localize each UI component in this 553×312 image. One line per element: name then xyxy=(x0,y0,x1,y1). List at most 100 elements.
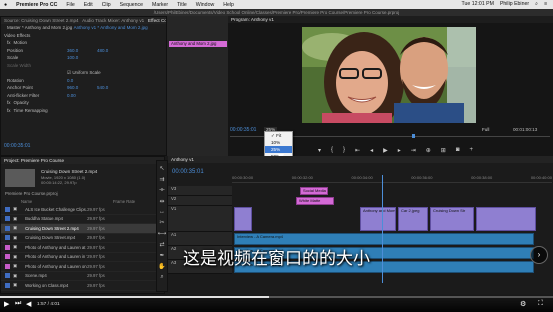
fx-icon[interactable]: fx xyxy=(7,108,11,113)
quality-select[interactable]: Full xyxy=(482,127,489,132)
track-v2[interactable]: V2 xyxy=(168,196,232,206)
zoom-option-10[interactable]: 10% xyxy=(265,139,292,146)
effect-timecode[interactable]: 00:00:35:01 xyxy=(4,143,30,149)
timeline-panel: Anthony v1 00:00:35:01 00:00:30:00 00:00… xyxy=(168,156,553,294)
clock: Tue 12:01 PM xyxy=(461,1,494,7)
list-item[interactable]: ▣ Cruising Down Street.mp4 29.97 fps xyxy=(1,234,164,243)
menu-file[interactable]: File xyxy=(66,2,74,8)
clip-icon: ▣ xyxy=(13,206,18,212)
step-back-frame-icon[interactable]: ◂ xyxy=(370,147,373,154)
timeline-clip-white-matte[interactable]: White Matte xyxy=(296,197,334,205)
menu-clip[interactable]: Clip xyxy=(102,2,111,8)
menu-title[interactable]: Title xyxy=(177,2,187,8)
list-item[interactable]: ▣ Working on Class.mp4 29.97 fps xyxy=(1,281,164,291)
video-subtitle: 这是视频在窗口的的大小 xyxy=(183,249,370,269)
timeline-tracks: Social Media White Matte Anthony and Mom… xyxy=(232,175,553,294)
project-clip-name: Cruising Down Street 2.mp4 xyxy=(41,169,98,174)
play-icon[interactable]: ▶ xyxy=(4,300,9,308)
track-select-icon[interactable]: ⇉ xyxy=(159,176,164,183)
tab-audio-mixer[interactable]: Audio Track Mixer: Anthony v1 xyxy=(82,18,144,23)
program-duration: 00:01:00:13 xyxy=(513,127,538,132)
transport-controls: ▾ { } ⇤ ◂ ▶ ▸ ⇥ ⊕ ⊞ ◙ + xyxy=(318,147,473,154)
tab-sequence[interactable]: Anthony v1 xyxy=(171,157,194,162)
zoom-option-25[interactable]: 25% xyxy=(265,146,292,153)
insert-icon[interactable]: ⊕ xyxy=(426,147,431,154)
go-to-in-icon[interactable]: } xyxy=(343,147,345,154)
list-item-selected[interactable]: ▣ Cruising Down Street 2.mp4 29.97 fps xyxy=(1,224,164,234)
list-item[interactable]: ▣ Scene.mp4 29.97 fps xyxy=(1,272,164,281)
menu-list-icon[interactable]: ≡ xyxy=(544,1,547,8)
effect-clip-tag: Anthony and Mom 2.jpg xyxy=(169,41,227,47)
slip-tool-icon[interactable]: ⟷ xyxy=(158,230,167,237)
menubar: ● Premiere Pro CC File Edit Clip Sequenc… xyxy=(0,0,553,9)
menu-sequence[interactable]: Sequence xyxy=(120,2,143,8)
selection-tool-icon[interactable]: ↖ xyxy=(159,165,164,172)
clip-icon: ▣ xyxy=(13,282,18,288)
zoom-option-fit[interactable]: ✓ Fit xyxy=(265,132,292,139)
timeline-timecode[interactable]: 00:00:35:01 xyxy=(172,169,204,175)
timeline-clip-cruising[interactable]: Cruising Down Str xyxy=(430,207,474,231)
apple-icon[interactable]: ● xyxy=(4,2,7,8)
list-item[interactable]: ▣ Buddha Statue.mp4 29.97 fps xyxy=(1,215,164,224)
settings-icon[interactable]: ⚙ xyxy=(520,300,526,308)
volume-icon[interactable]: ◀ xyxy=(26,300,31,308)
timeline-clip-car[interactable]: Car 2.jpeg xyxy=(398,207,428,231)
zoom-tool-icon[interactable]: ⌕ xyxy=(160,274,163,281)
tab-source[interactable]: Source: Cruising Down Street 2.mp4 xyxy=(4,18,79,23)
clip-thumbnail[interactable] xyxy=(5,169,35,187)
program-timecode[interactable]: 00:00:35:01 xyxy=(230,127,256,133)
checkbox-icon[interactable]: ☑ xyxy=(67,70,71,76)
player-progress-fill xyxy=(0,296,269,298)
rate-stretch-icon[interactable]: ↔ xyxy=(159,209,165,215)
time-ruler[interactable]: 00:00:30:00 00:00:32:00 00:00:34:00 00:0… xyxy=(232,175,552,183)
menu-window[interactable]: Window xyxy=(196,2,214,8)
search-icon[interactable]: ⌕ xyxy=(535,1,538,8)
timeline-clip-anthony-mom[interactable]: Anthony and Mom 2 xyxy=(360,207,396,231)
tools-panel: ↖ ⇉ ⟛ ⇹ ↔ ✂ ⟷ ⇄ ✒ ✋ ⌕ xyxy=(156,160,168,292)
razor-tool-icon[interactable]: ✂ xyxy=(159,219,164,226)
ripple-edit-icon[interactable]: ⟛ xyxy=(159,187,164,194)
timeline-clip-social-media[interactable]: Social Media xyxy=(300,187,328,195)
next-icon[interactable]: ⏭ xyxy=(15,300,21,308)
image-icon: ▣ xyxy=(13,263,18,269)
menu-marker[interactable]: Marker xyxy=(152,2,168,8)
track-v3[interactable]: V3 xyxy=(168,186,232,196)
app-name[interactable]: Premiere Pro CC xyxy=(16,2,57,8)
project-panel: Project: Premiere Pro Course Cruising Do… xyxy=(0,156,165,294)
export-frame-icon[interactable]: ◙ xyxy=(456,147,460,154)
menu-help[interactable]: Help xyxy=(223,2,234,8)
playhead-marker[interactable] xyxy=(412,134,415,138)
program-video-frame xyxy=(302,27,476,123)
player-time: 1:57 / 4:01 xyxy=(37,302,60,307)
video-image xyxy=(302,27,476,123)
add-button-icon[interactable]: + xyxy=(469,147,473,154)
mark-in-icon[interactable]: ▾ xyxy=(318,147,321,154)
program-title[interactable]: Program: Anthony v1 xyxy=(231,17,274,22)
overwrite-icon[interactable]: ⊞ xyxy=(441,147,446,154)
mark-out-icon[interactable]: { xyxy=(331,147,333,154)
timeline-clip-video[interactable] xyxy=(476,207,536,231)
image-icon: ▣ xyxy=(13,253,18,259)
list-item[interactable]: ▣ALS Ice Bucket Challenge Clips.mp429.97… xyxy=(1,205,164,215)
project-file: Premiere Pro Course.prproj xyxy=(5,191,58,196)
user-name[interactable]: Philip Ebiner xyxy=(500,1,529,8)
fx-icon[interactable]: fx xyxy=(7,40,11,45)
clip-icon: ▣ xyxy=(13,225,18,231)
image-icon: ▣ xyxy=(13,244,18,250)
step-back-icon[interactable]: ⇤ xyxy=(355,147,360,154)
fx-icon[interactable]: fx xyxy=(7,100,11,105)
project-clip-duration: 00:00:14:22, 29.97p xyxy=(41,180,77,185)
play-icon[interactable]: ▶ xyxy=(383,147,388,154)
next-video-icon[interactable]: › xyxy=(530,246,548,264)
effect-controls-timeline: Anthony and Mom 2.jpg xyxy=(166,16,228,156)
timeline-clip-video[interactable] xyxy=(234,207,252,231)
menu-edit[interactable]: Edit xyxy=(84,2,93,8)
step-forward-icon[interactable]: ▸ xyxy=(398,147,401,154)
rolling-edit-icon[interactable]: ⇹ xyxy=(159,198,164,205)
go-to-out-icon[interactable]: ⇥ xyxy=(411,147,416,154)
tab-project[interactable]: Project: Premiere Pro Course xyxy=(4,158,64,163)
track-v1[interactable]: V1 xyxy=(168,206,232,232)
project-path: /Users/PhilEbiner/Documents/Video School… xyxy=(0,9,553,16)
fullscreen-icon[interactable]: ⛶ xyxy=(538,300,543,308)
clip-icon: ▣ xyxy=(13,215,18,221)
